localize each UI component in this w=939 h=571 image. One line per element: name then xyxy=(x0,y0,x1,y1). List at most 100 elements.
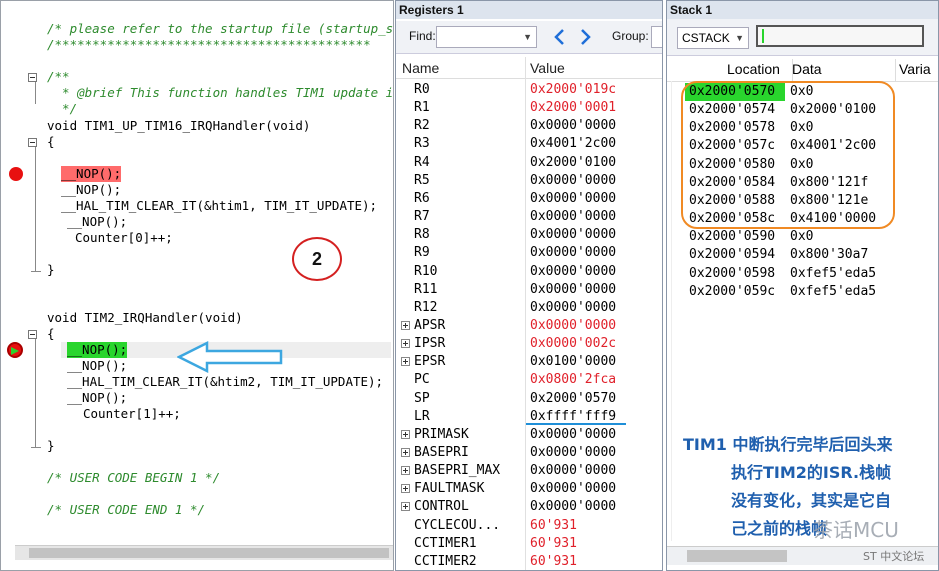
register-row[interactable]: CYCLECOU... 60'931 xyxy=(396,517,662,535)
register-row[interactable]: R6 0x0000'0000 xyxy=(396,190,662,208)
fold-toggle[interactable] xyxy=(28,73,37,82)
register-value[interactable]: 0x0000'0000 xyxy=(530,190,616,208)
register-row[interactable]: PC 0x0800'2fca xyxy=(396,371,662,389)
register-row[interactable]: R1 0x2000'0001 xyxy=(396,99,662,117)
register-value[interactable]: 0x2000'019c xyxy=(530,81,616,99)
note-line: TIM1 中断执行完毕后回头来 xyxy=(683,435,893,454)
registers-toolbar: Find: ▼ Group: xyxy=(396,21,662,54)
register-row[interactable]: IPSR 0x0000'002c xyxy=(396,335,662,353)
register-row[interactable]: R12 0x0000'0000 xyxy=(396,299,662,317)
register-value[interactable]: 0x0000'0000 xyxy=(530,444,616,462)
register-row[interactable]: APSR 0x0000'0000 xyxy=(396,317,662,335)
expand-icon[interactable] xyxy=(401,502,410,512)
column-header-variable[interactable]: Varia xyxy=(899,61,931,77)
register-row[interactable]: R2 0x0000'0000 xyxy=(396,117,662,135)
find-prev-icon[interactable] xyxy=(552,27,566,47)
register-value[interactable]: 0x0000'0000 xyxy=(530,208,616,226)
register-value[interactable]: 0x0000'0000 xyxy=(530,317,616,335)
fold-toggle[interactable] xyxy=(28,330,37,339)
register-row[interactable]: R5 0x0000'0000 xyxy=(396,172,662,190)
register-name: CCTIMER2 xyxy=(414,553,477,569)
stack-location: 0x2000'0594 xyxy=(689,247,776,263)
register-row[interactable]: R4 0x2000'0100 xyxy=(396,154,662,172)
fold-toggle[interactable] xyxy=(28,138,37,147)
column-header-data[interactable]: Data xyxy=(792,61,822,77)
breakpoint-icon[interactable] xyxy=(9,167,23,181)
register-value[interactable]: 0x2000'0001 xyxy=(530,99,616,117)
register-row[interactable]: CCTIMER2 60'931 xyxy=(396,553,662,570)
fold-end xyxy=(31,447,41,448)
expand-icon[interactable] xyxy=(401,339,410,349)
register-row[interactable]: SP 0x2000'0570 xyxy=(396,390,662,408)
register-name: CONTROL xyxy=(414,499,469,515)
horizontal-scrollbar[interactable] xyxy=(15,545,393,560)
note-line: 没有变化，其实是它自 xyxy=(731,491,892,510)
code-line: __HAL_TIM_CLEAR_IT(&htim2, TIM_IT_UPDATE… xyxy=(67,374,384,389)
code-line: { xyxy=(47,134,55,149)
register-value[interactable]: 0x4001'2c00 xyxy=(530,135,616,153)
register-value[interactable]: 0x0000'0000 xyxy=(530,263,616,281)
register-name: PC xyxy=(414,372,430,388)
register-row[interactable]: CONTROL 0x0000'0000 xyxy=(396,498,662,516)
expand-icon[interactable] xyxy=(401,466,410,476)
stack-row[interactable]: 0x2000'0594 0x800'30a7 xyxy=(685,246,905,264)
register-value[interactable]: 0x0000'0000 xyxy=(530,226,616,244)
code-line: /* please refer to the startup file (sta… xyxy=(47,21,394,36)
register-value[interactable]: 60'931 xyxy=(530,517,577,535)
expand-icon[interactable] xyxy=(401,357,410,367)
register-row[interactable]: EPSR 0x0100'0000 xyxy=(396,353,662,371)
register-row[interactable]: FAULTMASK 0x0000'0000 xyxy=(396,480,662,498)
register-value[interactable]: 0x2000'0100 xyxy=(530,154,616,172)
register-value[interactable]: 0x0000'0000 xyxy=(530,172,616,190)
stack-select[interactable]: CSTACK ▼ xyxy=(677,27,749,49)
register-value[interactable]: 0x0000'0000 xyxy=(530,117,616,135)
register-row[interactable]: BASEPRI 0x0000'0000 xyxy=(396,444,662,462)
register-value[interactable]: 0x0000'002c xyxy=(530,335,616,353)
expand-icon[interactable] xyxy=(401,448,410,457)
scroll-thumb[interactable] xyxy=(687,550,787,562)
expand-icon[interactable] xyxy=(401,484,410,494)
code-line: Counter[1]++; xyxy=(83,406,181,421)
column-header-location[interactable]: Location xyxy=(727,61,780,77)
scroll-thumb[interactable] xyxy=(29,548,389,558)
register-value[interactable]: 0x0000'0000 xyxy=(530,244,616,262)
register-row[interactable]: R0 0x2000'019c xyxy=(396,81,662,99)
find-next-icon[interactable] xyxy=(579,27,593,47)
register-value[interactable]: 0x0100'0000 xyxy=(530,353,616,371)
register-value[interactable]: 60'931 xyxy=(530,535,577,553)
register-row[interactable]: R3 0x4001'2c00 xyxy=(396,135,662,153)
stack-row[interactable]: 0x2000'059c 0xfef5'eda5 xyxy=(685,283,905,301)
expand-icon[interactable] xyxy=(401,429,410,439)
register-value[interactable]: 60'931 xyxy=(530,553,577,570)
group-label: Group: xyxy=(612,29,649,43)
register-row[interactable]: PRIMASK 0x0000'0000 xyxy=(396,426,662,444)
register-row[interactable]: CCTIMER1 60'931 xyxy=(396,535,662,553)
group-select[interactable] xyxy=(651,26,662,48)
code-editor[interactable]: /* please refer to the startup file (sta… xyxy=(0,0,394,571)
register-value[interactable]: 0x2000'0570 xyxy=(530,390,616,408)
find-input[interactable]: ▼ xyxy=(436,26,537,48)
register-row[interactable]: R10 0x0000'0000 xyxy=(396,263,662,281)
register-value[interactable]: 0x0000'0000 xyxy=(530,498,616,516)
register-row[interactable]: R7 0x0000'0000 xyxy=(396,208,662,226)
stack-row[interactable]: 0x2000'0598 0xfef5'eda5 xyxy=(685,265,905,283)
register-row[interactable]: R8 0x0000'0000 xyxy=(396,226,662,244)
code-line: /* USER CODE BEGIN 1 */ xyxy=(47,470,221,485)
expand-icon[interactable] xyxy=(401,320,410,330)
column-header-value[interactable]: Value xyxy=(526,57,662,79)
register-row[interactable]: R9 0x0000'0000 xyxy=(396,244,662,262)
register-value[interactable]: 0x0000'0000 xyxy=(530,426,616,444)
register-value[interactable]: 0x0000'0000 xyxy=(530,480,616,498)
register-row[interactable]: R11 0x0000'0000 xyxy=(396,281,662,299)
register-name: R2 xyxy=(414,118,430,134)
code-line: /** xyxy=(47,69,70,84)
register-value[interactable]: 0x0000'0000 xyxy=(530,299,616,317)
stack-hscroll[interactable]: ST 中文论坛 xyxy=(667,546,938,565)
column-header-name[interactable]: Name xyxy=(396,57,525,79)
register-value[interactable]: 0x0000'0000 xyxy=(530,462,616,480)
register-value[interactable]: 0x0800'2fca xyxy=(530,371,616,389)
register-value[interactable]: 0x0000'0000 xyxy=(530,281,616,299)
stack-row[interactable]: 0x2000'0590 0x0 xyxy=(685,228,905,246)
register-name: R12 xyxy=(414,299,438,315)
register-row[interactable]: BASEPRI_MAX 0x0000'0000 xyxy=(396,462,662,480)
